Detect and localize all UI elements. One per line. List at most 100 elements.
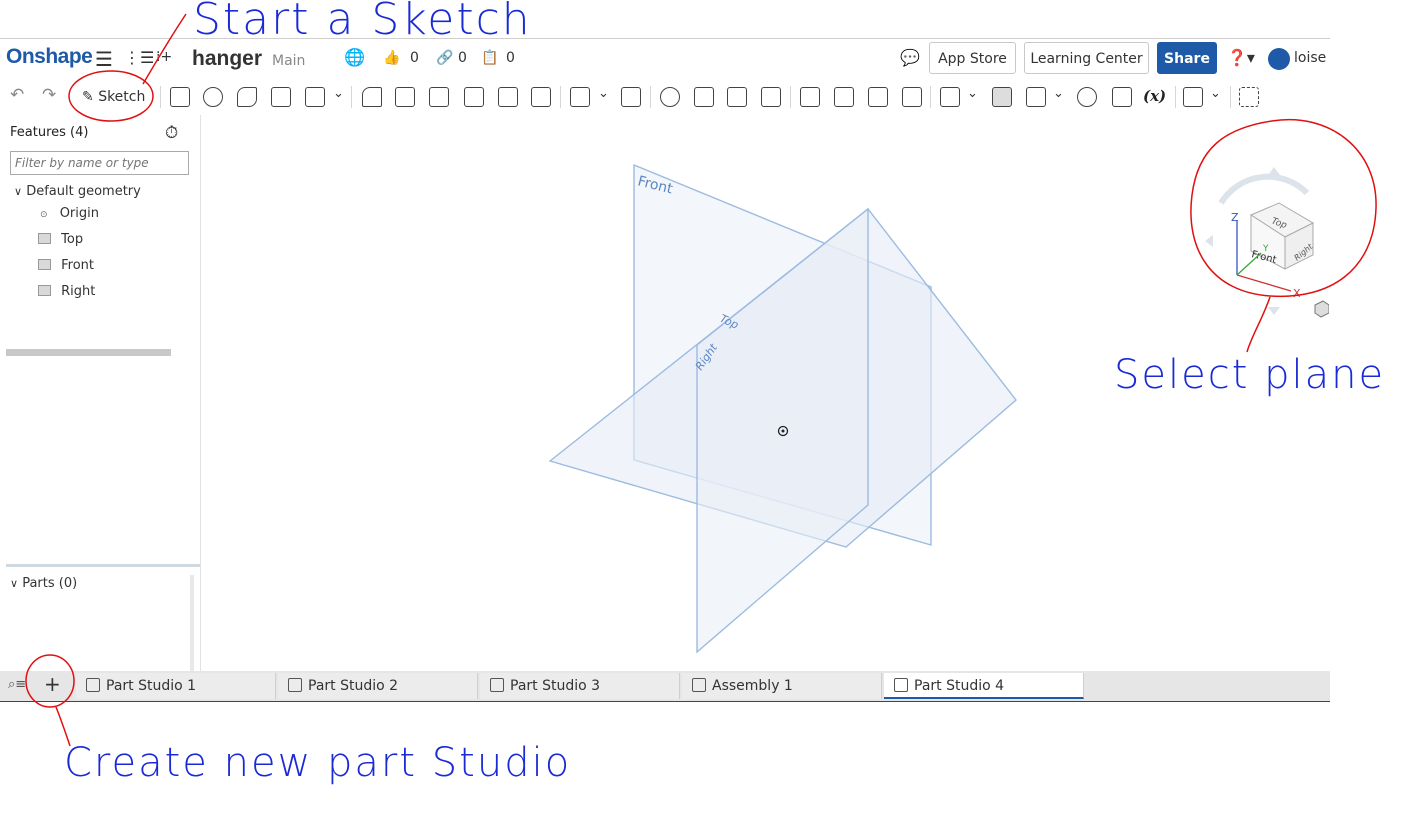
tab-bar: ⌕≡ + Part Studio 1 Part Studio 2 Part St…	[0, 671, 1330, 702]
transform-icon[interactable]	[727, 87, 747, 107]
default-geometry-group[interactable]: ∨ Default geometry	[14, 184, 141, 199]
feature-list-icon[interactable]: ⋮☰	[124, 48, 154, 67]
draft-icon[interactable]	[429, 87, 449, 107]
parts-group[interactable]: ∨ Parts (0)	[10, 576, 77, 591]
move-face-icon[interactable]	[868, 87, 888, 107]
view-cube-menu-icon[interactable]	[1314, 300, 1329, 318]
pattern-icon[interactable]	[570, 87, 590, 107]
globe-icon[interactable]: 🌐	[344, 48, 365, 68]
feature-origin[interactable]: ⊙ Origin	[40, 206, 99, 221]
group-label: Default geometry	[26, 184, 141, 199]
app-store-button[interactable]: App Store	[929, 42, 1016, 74]
feature-label: Front	[61, 258, 95, 273]
loft-icon[interactable]	[271, 87, 291, 107]
sketch-label: Sketch	[98, 89, 146, 105]
extrude-icon[interactable]	[170, 87, 190, 107]
chevron-down-icon[interactable]: ⌄	[1210, 86, 1221, 101]
derived-icon[interactable]	[1183, 87, 1203, 107]
parts-scrollbar[interactable]	[190, 575, 194, 683]
undo-icon[interactable]: ↶	[10, 85, 24, 105]
add-tab-button[interactable]: +	[44, 672, 61, 696]
toolbar-divider	[930, 86, 931, 108]
plane-icon[interactable]	[940, 87, 960, 107]
delete-part-icon[interactable]	[761, 87, 781, 107]
share-button[interactable]: Share	[1157, 42, 1217, 74]
origin-icon: ⊙	[40, 210, 48, 220]
feature-front-plane[interactable]: Front	[38, 258, 94, 273]
plane-icon	[38, 259, 51, 270]
mate-connector-icon[interactable]	[992, 87, 1012, 107]
chamfer-icon[interactable]	[395, 87, 415, 107]
mirror-icon[interactable]	[621, 87, 641, 107]
like-icon[interactable]: 👍	[383, 50, 400, 66]
delete-face-icon[interactable]	[834, 87, 854, 107]
toolbar-divider	[560, 86, 561, 108]
learning-center-button[interactable]: Learning Center	[1024, 42, 1149, 74]
chevron-down-icon[interactable]: ⌄	[1053, 86, 1064, 101]
document-name[interactable]: hanger	[192, 47, 262, 71]
top-bar: Onshape ☰ ⋮☰ ⁞+ hanger Main 🌐 👍 0 🔗 0 📋 …	[0, 39, 1330, 79]
tab-part-studio-1[interactable]: Part Studio 1	[76, 673, 276, 699]
replace-face-icon[interactable]	[902, 87, 922, 107]
split-icon[interactable]	[694, 87, 714, 107]
tab-part-studio-4[interactable]: Part Studio 4	[884, 673, 1084, 699]
toolbar-divider	[351, 86, 352, 108]
boolean-icon[interactable]	[660, 87, 680, 107]
feature-label: Top	[61, 232, 84, 247]
copy-count: 0	[506, 50, 515, 66]
tab-label: Part Studio 1	[106, 678, 197, 694]
modify-fillet-icon[interactable]	[800, 87, 820, 107]
panel-divider[interactable]	[6, 564, 200, 567]
copy-icon[interactable]: 📋	[481, 50, 498, 66]
insert-icon[interactable]: ⁞+	[156, 49, 172, 65]
comment-icon[interactable]: 💬	[900, 48, 920, 67]
fillet-icon[interactable]	[362, 87, 382, 107]
feature-right-plane[interactable]: Right	[38, 284, 95, 299]
tab-assembly-1[interactable]: Assembly 1	[682, 673, 882, 699]
view-cube[interactable]: Top Front Right Z X Y	[1199, 161, 1329, 331]
link-icon[interactable]: 🔗	[436, 50, 453, 66]
pencil-icon: ✎	[82, 89, 94, 105]
measure-icon[interactable]	[1077, 87, 1097, 107]
variable-button[interactable]: (x)	[1143, 87, 1166, 105]
revolve-icon[interactable]	[203, 87, 223, 107]
shell-icon[interactable]	[498, 87, 518, 107]
chevron-down-icon: ∨	[14, 185, 23, 198]
tab-manager-icon[interactable]: ⌕≡	[8, 677, 26, 692]
features-title: Features (4)	[10, 125, 89, 140]
link-count: 0	[458, 50, 467, 66]
onshape-logo[interactable]: Onshape	[6, 45, 93, 69]
sketch-button[interactable]: ✎ Sketch	[78, 85, 149, 109]
planes-svg[interactable]: Front Top Right	[201, 115, 1330, 671]
origin-point-center	[781, 429, 785, 433]
chevron-down-icon[interactable]: ⌄	[967, 86, 978, 101]
helix-icon[interactable]	[1026, 87, 1046, 107]
redo-icon[interactable]: ↷	[42, 85, 56, 105]
chevron-down-icon[interactable]: ⌄	[333, 86, 344, 101]
hole-icon[interactable]	[531, 87, 551, 107]
thicken-icon[interactable]	[305, 87, 325, 107]
user-name[interactable]: loise l	[1294, 50, 1330, 66]
feature-scrollbar[interactable]	[6, 349, 171, 356]
feature-top-plane[interactable]: Top	[38, 232, 83, 247]
avatar[interactable]	[1268, 48, 1290, 70]
help-icon[interactable]: ❓▾	[1227, 48, 1255, 67]
rollback-timer-icon[interactable]: ⏱	[165, 123, 178, 143]
tab-label: Assembly 1	[712, 678, 793, 694]
branch-name[interactable]: Main	[272, 53, 305, 69]
part-studio-icon	[894, 678, 908, 692]
menu-icon[interactable]: ☰	[95, 47, 113, 71]
section-icon[interactable]	[1112, 87, 1132, 107]
toolbar-divider	[160, 86, 161, 108]
parts-label: Parts (0)	[22, 576, 78, 591]
filter-input[interactable]	[10, 151, 189, 175]
sweep-icon[interactable]	[237, 87, 257, 107]
rib-icon[interactable]	[464, 87, 484, 107]
tab-part-studio-3[interactable]: Part Studio 3	[480, 673, 680, 699]
tab-part-studio-2[interactable]: Part Studio 2	[278, 673, 478, 699]
add-custom-feature-icon[interactable]	[1239, 87, 1259, 107]
tab-label: Part Studio 3	[510, 678, 601, 694]
axis-x-label: X	[1293, 287, 1301, 300]
graphics-viewport[interactable]: Front Top Right Top Front Right Z X Y	[201, 115, 1330, 671]
chevron-down-icon[interactable]: ⌄	[598, 86, 609, 101]
